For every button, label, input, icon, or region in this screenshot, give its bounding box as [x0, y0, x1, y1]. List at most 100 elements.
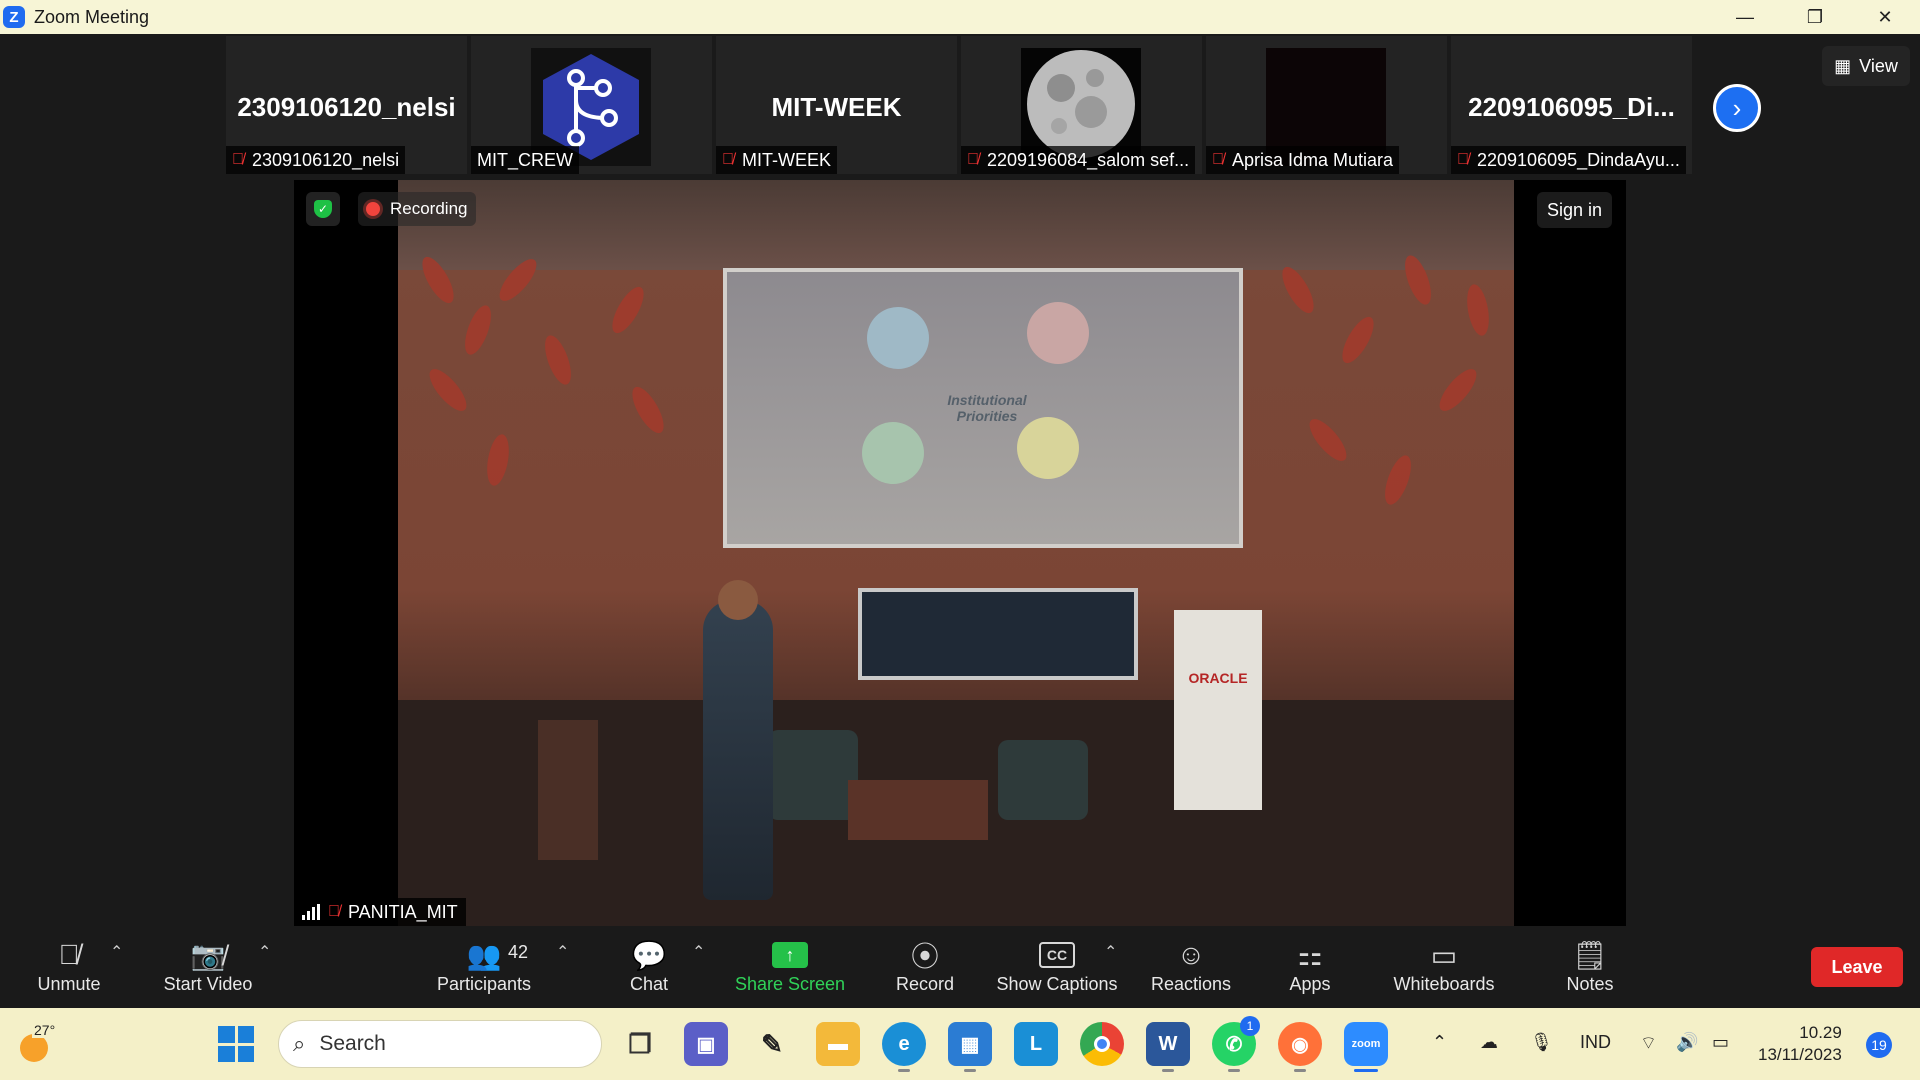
clock-date: 13/11/2023 — [1758, 1045, 1842, 1064]
taskbar-search-input[interactable]: ⌕ Search — [278, 1020, 602, 1068]
projector-screen: Institutional Priorities — [723, 268, 1243, 548]
weather-sun-icon — [20, 1034, 48, 1062]
restore-button[interactable]: ❐ — [1780, 0, 1850, 34]
participant-name: 2209196084_salom sef... — [987, 149, 1190, 170]
mic-muted-icon: 🎙̸ — [722, 151, 734, 168]
meeting-area: 2309106120_nelsi 🎙̸ 2309106120_nelsi MIT… — [0, 34, 1920, 926]
sign-in-button[interactable]: Sign in — [1536, 192, 1612, 228]
participant-name: 2309106120_nelsi — [252, 149, 400, 170]
weather-widget[interactable]: 27° — [16, 1022, 58, 1064]
participant-label: MIT_CREW — [471, 146, 579, 174]
file-explorer-icon[interactable]: ▬ — [816, 1022, 860, 1066]
show-hidden-icons-chevron[interactable]: ⌃ — [1432, 1032, 1447, 1053]
speaker-label: 🎙̸ PANITIA_MIT — [294, 898, 466, 926]
whiteboard-icon: ▭ — [1430, 939, 1458, 971]
next-page-button[interactable]: › — [1713, 84, 1761, 132]
volume-icon[interactable]: 🔊 — [1676, 1032, 1698, 1053]
participant-tile[interactable]: 🎙̸ Aprisa Idma Mutiara — [1206, 36, 1447, 174]
participant-tile[interactable]: MIT-WEEK 🎙̸ MIT-WEEK — [716, 36, 957, 174]
whiteboards-button[interactable]: ▭ Whiteboards — [1390, 936, 1498, 1002]
oracle-standee: ORACLE — [1174, 610, 1262, 810]
chat-label: Chat — [629, 974, 669, 994]
record-dot-icon — [366, 202, 380, 216]
mic-muted-icon: 🎙̸ — [1212, 151, 1224, 168]
record-label: Record — [895, 974, 955, 994]
cc-label: CC — [1039, 942, 1075, 968]
apps-label: Apps — [1289, 974, 1331, 994]
participants-icon: 👥 — [466, 939, 502, 971]
microsoft-store-icon[interactable]: ▦ — [948, 1022, 992, 1072]
speaker-name: PANITIA_MIT — [348, 901, 458, 922]
minimize-button[interactable]: — — [1710, 0, 1780, 34]
close-button[interactable]: ✕ — [1850, 0, 1920, 34]
window-title: Zoom Meeting — [34, 6, 150, 27]
task-view-icon[interactable]: ❐ — [618, 1022, 662, 1066]
participant-label: 🎙̸ 2209196084_salom sef... — [961, 146, 1196, 174]
record-button[interactable]: ⦿ Record — [894, 936, 956, 1002]
participant-display-name: 2309106120_nelsi — [237, 92, 456, 122]
participant-tile[interactable]: 2309106120_nelsi 🎙̸ 2309106120_nelsi — [226, 36, 467, 174]
whatsapp-icon[interactable]: ✆ 1 — [1212, 1016, 1260, 1072]
wifi-icon[interactable]: ⌔ — [1640, 1032, 1657, 1055]
active-speaker-video: Institutional Priorities ORACLE ✓ Record… — [294, 180, 1626, 926]
edge-browser-icon[interactable]: e — [882, 1022, 926, 1072]
participant-tile[interactable]: MIT_CREW — [471, 36, 712, 174]
reactions-button[interactable]: ☺ Reactions — [1150, 936, 1232, 1002]
meeting-toolbar: 🎙̸ Unmute ⌃ 📷̸ Start Video ⌃ 👥 Participa… — [0, 926, 1920, 1008]
notes-button[interactable]: 🗒 Notes — [1564, 936, 1616, 1002]
leave-button[interactable]: Leave — [1811, 947, 1903, 987]
notification-count-badge[interactable]: 19 — [1866, 1032, 1892, 1058]
word-app-icon[interactable]: W — [1146, 1022, 1190, 1072]
chat-icon: 💬 — [631, 939, 667, 971]
l-app-icon[interactable]: L — [1014, 1022, 1058, 1066]
whatsapp-badge: 1 — [1240, 1016, 1260, 1036]
inkscape-app-icon[interactable]: ✎ — [750, 1022, 794, 1066]
record-icon: ⦿ — [910, 941, 939, 972]
share-screen-button[interactable]: ↑ Share Screen — [734, 936, 846, 1002]
windows-taskbar: 27° ⌕ Search ❐ ▣ ✎ ▬ e ▦ L W ✆ 1 ◉ zoom ⌃… — [0, 1008, 1920, 1080]
recording-indicator[interactable]: Recording — [358, 192, 476, 226]
apps-icon: ⚏ — [1297, 939, 1323, 971]
event-banner — [858, 588, 1138, 680]
participant-label: 🎙̸ Aprisa Idma Mutiara — [1206, 146, 1400, 174]
notes-label: Notes — [1566, 974, 1614, 994]
firefox-browser-icon[interactable]: ◉ — [1278, 1022, 1322, 1072]
speaker-figure — [703, 600, 773, 900]
zoom-app-icon[interactable]: zoom — [1344, 1022, 1388, 1072]
participants-label: Participants — [436, 974, 532, 994]
start-video-button[interactable]: 📷̸ Start Video — [158, 936, 258, 1002]
captions-icon: CC — [1039, 936, 1075, 974]
chat-options-caret[interactable]: ⌃ — [692, 942, 705, 962]
chat-button[interactable]: 💬 Chat — [624, 936, 674, 1002]
video-options-caret[interactable]: ⌃ — [258, 942, 271, 962]
start-video-label: Start Video — [163, 974, 253, 994]
mic-muted-icon: 🎙̸ — [328, 903, 340, 920]
chrome-browser-icon[interactable] — [1080, 1022, 1124, 1066]
onedrive-cloud-icon[interactable]: ☁ — [1480, 1032, 1498, 1053]
participant-tile[interactable]: 🎙̸ 2209196084_salom sef... — [961, 36, 1202, 174]
apps-button[interactable]: ⚏ Apps — [1286, 936, 1334, 1002]
teams-chat-icon[interactable]: ▣ — [684, 1022, 728, 1066]
windows-start-icon[interactable] — [218, 1026, 254, 1062]
microphone-icon[interactable]: 🎙 — [1530, 1032, 1553, 1053]
show-captions-button[interactable]: CC Show Captions — [995, 936, 1119, 1002]
zoom-logo-icon: Z — [3, 6, 25, 28]
battery-icon[interactable]: ▭ — [1712, 1032, 1729, 1053]
security-shield-icon[interactable]: ✓ — [306, 192, 340, 226]
participants-count: 42 — [508, 942, 529, 962]
captions-options-caret[interactable]: ⌃ — [1104, 942, 1117, 962]
language-indicator[interactable]: IND — [1580, 1032, 1611, 1053]
slide-title: Institutional Priorities — [947, 392, 1027, 424]
unmute-button[interactable]: 🎙̸ Unmute — [30, 936, 108, 1002]
chevron-right-icon: › — [1732, 92, 1742, 123]
taskbar-clock[interactable]: 10.29 13/11/2023 — [1758, 1022, 1842, 1066]
participant-name: MIT-WEEK — [742, 149, 831, 170]
reactions-label: Reactions — [1150, 974, 1232, 994]
participant-tile[interactable]: 2209106095_Di... 🎙̸ 2209106095_DindaAyu..… — [1451, 36, 1692, 174]
participant-display-name: 2209106095_Di... — [1468, 92, 1675, 122]
view-button[interactable]: ▦ View — [1822, 46, 1910, 86]
audio-options-caret[interactable]: ⌃ — [110, 942, 123, 962]
mic-muted-icon: 🎙̸ — [967, 151, 979, 168]
participants-options-caret[interactable]: ⌃ — [556, 942, 569, 962]
standee-brand: ORACLE — [1188, 670, 1248, 686]
